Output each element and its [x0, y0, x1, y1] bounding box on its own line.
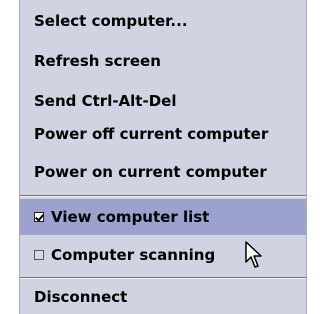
menu-separator	[20, 277, 306, 279]
menu-item-disconnect[interactable]: Disconnect	[20, 281, 306, 313]
menu-item-send-ctrl-alt-del[interactable]: Send Ctrl-Alt-Del	[20, 85, 306, 117]
menu-item-label: Send Ctrl-Alt-Del	[34, 92, 177, 110]
arrow-cursor-icon	[245, 241, 262, 268]
menu-item-label: View computer list	[51, 208, 210, 226]
checkbox-checked-icon	[34, 212, 44, 222]
checkbox-unchecked-icon	[34, 250, 44, 260]
menu-item-label: Disconnect	[34, 288, 128, 306]
menu-item-refresh-screen[interactable]: Refresh screen	[20, 45, 306, 77]
menu-item-label: Power off current computer	[34, 125, 269, 143]
menu-item-view-computer-list[interactable]: View computer list	[20, 199, 306, 235]
menu-item-label: Power on current computer	[34, 163, 267, 181]
menu-item-power-off[interactable]: Power off current computer	[20, 118, 306, 150]
menu-item-label: Select computer...	[34, 12, 188, 30]
menu-item-power-on[interactable]: Power on current computer	[20, 156, 306, 188]
menu-item-select-computer[interactable]: Select computer...	[20, 5, 306, 37]
menu-item-label: Refresh screen	[34, 52, 161, 70]
menu-item-label: Computer scanning	[51, 246, 216, 264]
menu-separator	[20, 195, 306, 197]
